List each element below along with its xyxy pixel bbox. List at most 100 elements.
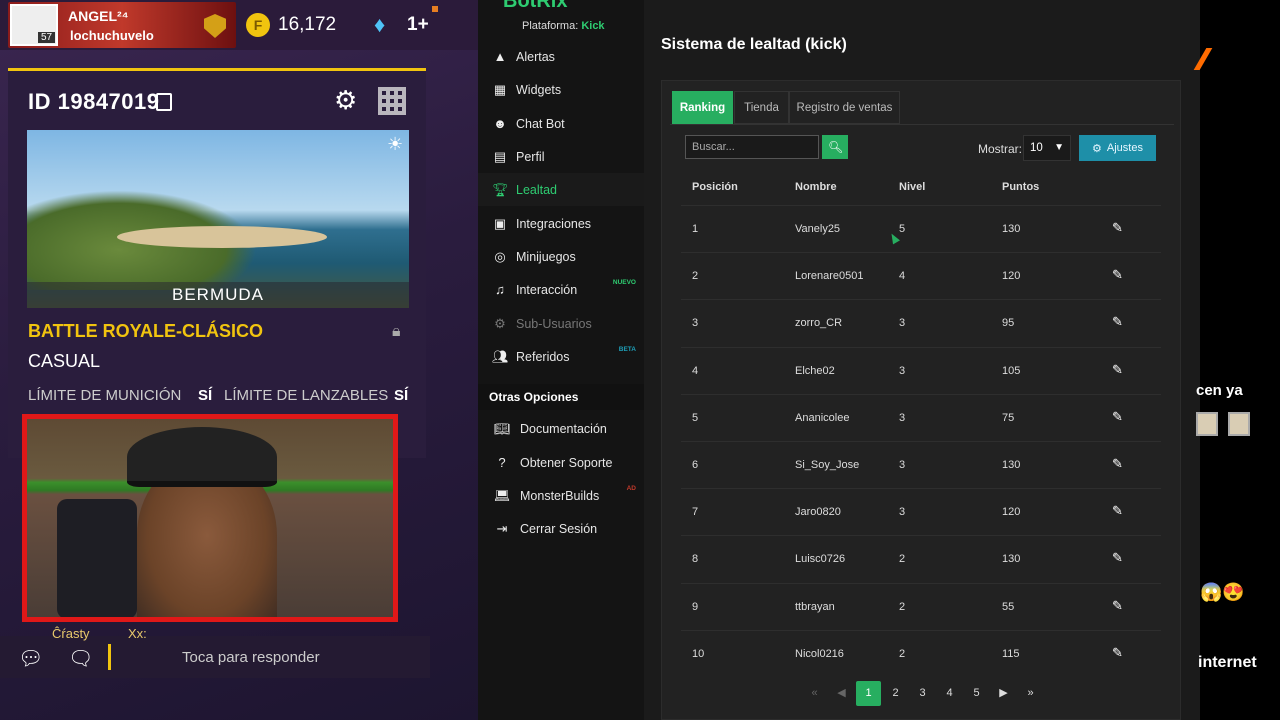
- sidebar-item-cerrar-sesion[interactable]: ⇥ Cerrar Sesión: [478, 512, 644, 545]
- page-link[interactable]: 5: [964, 681, 989, 706]
- chevron-down-icon: ▼: [1054, 142, 1064, 153]
- edit-icon[interactable]: ✎: [1112, 409, 1123, 425]
- table-cell: 55: [1002, 600, 1015, 613]
- table-cell: 2: [692, 270, 699, 283]
- edit-icon[interactable]: ✎: [1112, 456, 1123, 472]
- webcam-chair: [57, 499, 137, 617]
- table-cell: 2: [899, 553, 906, 566]
- column-header[interactable]: Puntos: [1002, 181, 1039, 193]
- edit-icon[interactable]: ✎: [1112, 220, 1123, 236]
- sidebar-item-alertas[interactable]: ▲ Alertas: [478, 40, 644, 73]
- table-cell: Ananicolee: [795, 411, 850, 424]
- sidebar-item-referidos[interactable]: 👥︎ Referidos BETA: [478, 340, 644, 373]
- gear-icon[interactable]: ⚙: [334, 85, 357, 116]
- page-link[interactable]: 2: [883, 681, 908, 706]
- prev-page-icon[interactable]: ◀: [829, 681, 854, 706]
- coin-icon: F: [246, 13, 270, 37]
- table-cell: 2: [899, 647, 906, 660]
- table-cell: 3: [692, 317, 699, 330]
- quick-chat-icon[interactable]: 💬︎: [18, 646, 43, 671]
- room-id: ID 19847019: [28, 89, 160, 114]
- column-header[interactable]: Nombre: [795, 181, 837, 193]
- sidebar-item-widgets[interactable]: ▦ Widgets: [478, 73, 644, 106]
- brand-logo[interactable]: BotRix: [503, 0, 567, 13]
- chat-reply-input[interactable]: Toca para responder: [182, 649, 320, 666]
- table-cell: 10: [692, 647, 705, 660]
- chat-bubble-icon[interactable]: 🗨︎: [68, 646, 93, 671]
- page-size-select[interactable]: 10 ▼: [1023, 135, 1071, 161]
- search-input[interactable]: [685, 135, 819, 159]
- diamond-icon: ♦: [374, 12, 386, 37]
- search-icon: 🔍︎: [828, 140, 844, 154]
- edit-icon[interactable]: ✎: [1112, 598, 1123, 614]
- edit-icon[interactable]: ✎: [1112, 550, 1123, 566]
- last-page-icon[interactable]: »: [1018, 681, 1043, 706]
- sidebar-item-sub-usuarios[interactable]: ⚙ Sub-Usuarios: [478, 307, 644, 340]
- first-page-icon[interactable]: «: [802, 681, 827, 706]
- settings-label: Ajustes: [1106, 142, 1143, 154]
- table-cell: 95: [1002, 317, 1015, 330]
- table-row: 7 Jaro0820 3 120 ✎: [681, 488, 1161, 535]
- sidebar-item-minijuegos[interactable]: ◎ Minijuegos: [478, 240, 644, 273]
- stream-overlay-right: cen ya 😱😍 internet: [1193, 0, 1280, 720]
- table-row: 1 Vanely25 5 130 ✎: [681, 205, 1161, 252]
- table-row: 4 Elche02 3 105 ✎: [681, 346, 1161, 394]
- player-name: ANGEL²⁴: [68, 8, 129, 24]
- tab-ranking[interactable]: Ranking: [672, 91, 733, 124]
- sidebar-item-monsterbuilds[interactable]: 💻︎ MonsterBuilds AD: [478, 479, 644, 512]
- lock-icon: 🔒︎: [392, 323, 401, 340]
- edit-icon[interactable]: ✎: [1112, 267, 1123, 283]
- table-cell: Si_Soy_Jose: [795, 459, 860, 471]
- player-badge[interactable]: 57 ANGEL²⁴ lochuchuvelo: [8, 2, 236, 48]
- page-link[interactable]: 3: [910, 681, 935, 706]
- table-cell: 120: [1002, 506, 1021, 519]
- sidebar-item-label: Perfil: [516, 149, 545, 164]
- page-title: Sistema de lealtad (kick): [661, 36, 847, 53]
- next-page-icon[interactable]: ▶: [991, 681, 1016, 706]
- page-size-value: 10: [1030, 142, 1043, 154]
- gears-icon: ⚙: [1092, 142, 1102, 155]
- page-link[interactable]: 1: [856, 681, 881, 706]
- tab-tienda[interactable]: Tienda: [734, 91, 789, 124]
- sidebar-item-chat-bot[interactable]: ☻ Chat Bot: [478, 107, 644, 140]
- sidebar-item-integraciones[interactable]: ▣ Integraciones: [478, 207, 644, 240]
- settings-button[interactable]: ⚙ Ajustes: [1079, 135, 1156, 161]
- sidebar-item-soporte[interactable]: ? Obtener Soporte: [478, 446, 644, 479]
- sidebar-item-label: Alertas: [516, 49, 555, 64]
- edit-icon[interactable]: ✎: [1112, 362, 1123, 378]
- qr-code-icon[interactable]: [378, 87, 406, 115]
- sidebar-item-interaccion[interactable]: ♫ Interacción NUEVO: [478, 273, 644, 306]
- search-button[interactable]: 🔍︎: [822, 135, 848, 159]
- emote-icon: [1228, 412, 1250, 436]
- mode-title: BATTLE ROYALE-CLÁSICO: [28, 321, 264, 341]
- copy-icon[interactable]: [156, 93, 172, 111]
- tab-registro-ventas[interactable]: Registro de ventas: [789, 91, 900, 124]
- table-cell: 105: [1002, 364, 1021, 377]
- table-cell: zorro_CR: [795, 317, 843, 330]
- table-row: 6 Si_Soy_Jose 3 130 ✎: [681, 441, 1161, 488]
- question-icon: ?: [498, 455, 506, 470]
- table-cell: Vanely25: [795, 223, 841, 235]
- table-cell: 120: [1002, 270, 1021, 283]
- sidebar-item-perfil[interactable]: ▤ Perfil: [478, 140, 644, 173]
- sidebar-item-documentacion[interactable]: 📖︎ Documentación: [478, 412, 644, 445]
- sidebar-item-lealtad[interactable]: 🏆︎ Lealtad: [478, 173, 644, 206]
- overlay-text: cen ya: [1196, 382, 1243, 399]
- edit-icon[interactable]: ✎: [1112, 314, 1123, 330]
- edit-icon[interactable]: ✎: [1112, 503, 1123, 519]
- edit-icon[interactable]: ✎: [1112, 645, 1123, 661]
- diamond-count[interactable]: 1+: [407, 14, 429, 36]
- table-cell: 130: [1002, 223, 1021, 235]
- trophy-icon: 🏆︎: [492, 181, 509, 197]
- column-header[interactable]: Posición: [692, 181, 738, 193]
- table-row: 10 Nicol0216 2 115 ✎: [681, 629, 1161, 677]
- page-link[interactable]: 4: [937, 681, 962, 706]
- sidebar-item-label: Obtener Soporte: [520, 455, 613, 470]
- player-level: 57: [38, 32, 56, 43]
- tabs-divider: [670, 124, 1174, 125]
- book-icon: 📖︎: [494, 420, 511, 436]
- id-card-icon: ▤: [493, 148, 507, 164]
- table-cell: 3: [899, 364, 906, 377]
- column-header[interactable]: Nivel: [899, 181, 925, 193]
- sidebar-item-label: Lealtad: [516, 182, 558, 197]
